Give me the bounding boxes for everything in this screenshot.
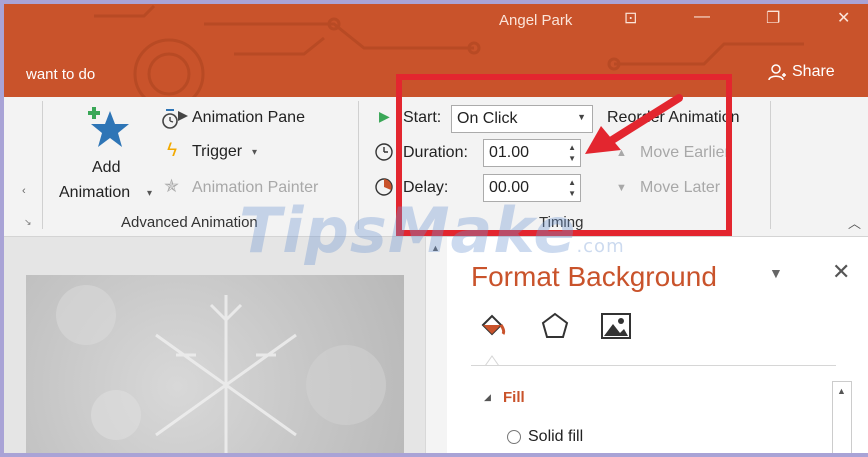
watermark-brand: TipsMake [239,194,577,267]
pane-close-icon[interactable]: ✕ [832,259,850,285]
watermark-suffix: .com [576,236,625,257]
scroll-left-icon[interactable]: ‹ [22,185,26,197]
fill-section-label[interactable]: Fill [503,389,525,406]
chevron-down-icon: ▾ [147,188,153,199]
trigger-chevron-down-icon: ▾ [252,147,258,158]
animation-pane-icon [162,109,188,129]
duration-clock-icon [375,143,393,161]
powerpoint-window: Angel Park ⊡ — ❐ ✕ want to do Share ‹ ↘ … [0,0,868,457]
animation-painter-icon: ✯ [164,176,180,196]
pane-scroll-up-icon[interactable]: ▲ [837,386,846,396]
user-name[interactable]: Angel Park [499,12,572,29]
pane-scrollbar[interactable]: ▲ [832,381,852,453]
picture-icon[interactable] [600,311,632,341]
collapse-triangle-icon[interactable]: ◢ [484,392,491,403]
fill-section: ◢ Fill Solid fill [471,373,836,453]
slide-thumbnail[interactable] [26,275,404,453]
effects-pentagon-icon[interactable] [540,311,570,341]
close-window-icon[interactable]: ✕ [837,8,850,28]
share-person-icon [768,64,786,81]
collapse-ribbon-icon[interactable]: ︿ [848,213,861,232]
ribbon-display-options-icon[interactable]: ⊡ [624,8,637,28]
add-animation-label-1: Add [92,159,121,176]
watermark: TipsMake.com [239,194,625,267]
solid-fill-radio[interactable] [507,430,521,444]
dialog-launcher-icon[interactable]: ↘ [24,217,32,228]
ribbon-separator [770,101,771,229]
start-play-icon: ▶ [379,108,390,124]
snowflake-image [56,285,386,453]
share-label: Share [792,63,835,80]
animation-pane-label: Animation Pane [192,109,305,126]
pane-divider [471,365,836,366]
share-button[interactable]: Share [768,63,835,81]
red-arrow-annotation [585,94,683,154]
format-background-pane: Format Background ▼ ✕ ◢ Fill Solid fill … [447,237,868,453]
advanced-animation-group-label: Advanced Animation [121,214,258,231]
trigger-lightning-icon: ϟ [167,140,178,161]
restore-icon[interactable]: ❐ [766,8,780,28]
ribbon-separator [42,101,43,229]
solid-fill-label[interactable]: Solid fill [528,428,583,446]
add-animation-star-icon [88,107,129,147]
trigger-label: Trigger [192,143,243,160]
add-animation-label-2: Animation [59,184,131,201]
tell-me-search[interactable]: want to do [26,66,95,83]
workspace: ▲ Format Background ▼ ✕ ◢ Fill Solid fil… [4,237,868,453]
fill-bucket-icon[interactable] [477,311,507,341]
pane-options-chevron-down-icon[interactable]: ▼ [769,265,783,281]
slide-scrollbar[interactable]: ▲ [425,237,447,453]
minimize-icon[interactable]: — [694,8,710,26]
